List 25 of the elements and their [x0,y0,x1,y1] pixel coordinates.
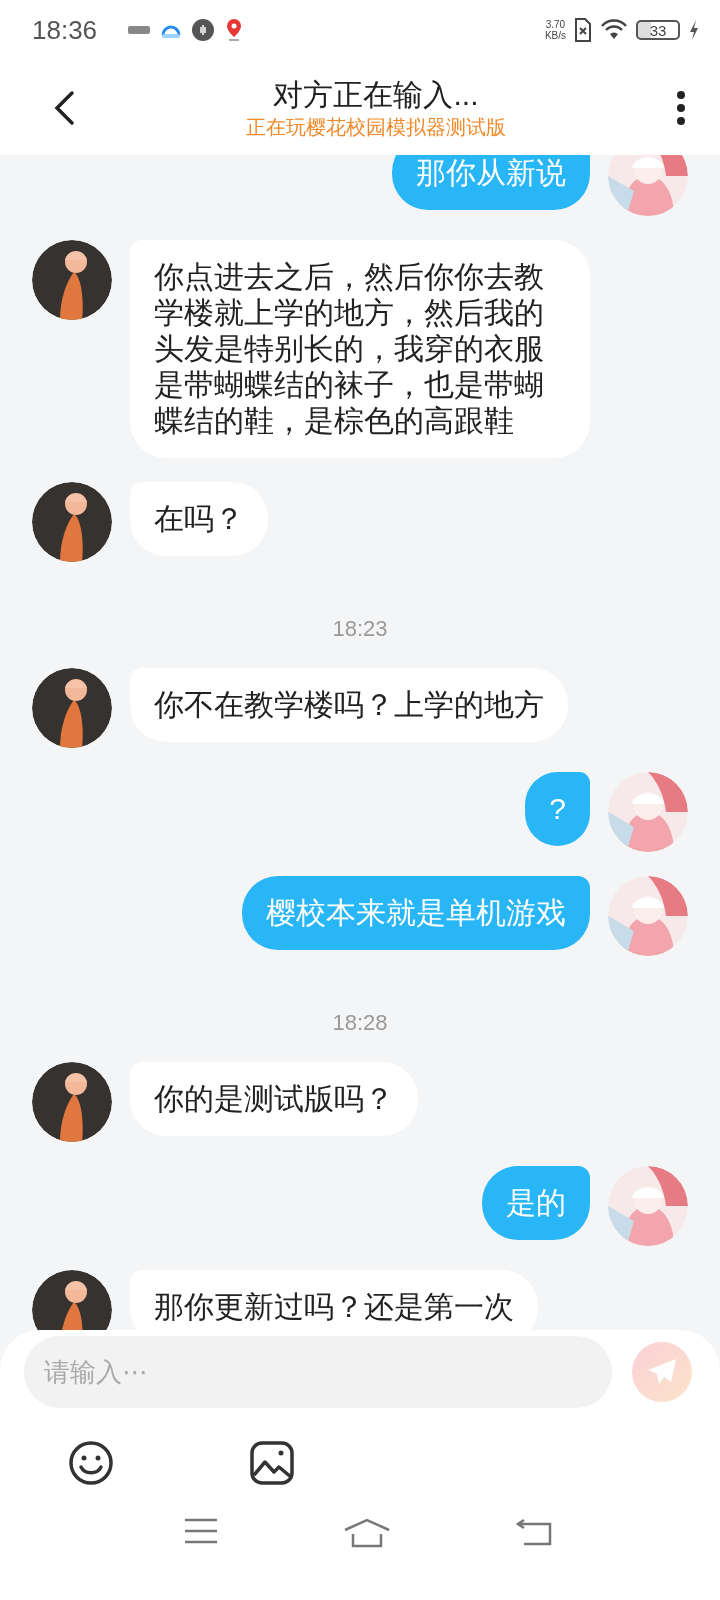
clock-time: 18:36 [32,14,98,46]
message-bubble: ? [525,772,590,846]
wifi-icon [600,19,628,41]
back-nav-button[interactable] [516,1518,552,1548]
message-bubble: 你不在教学楼吗？上学的地方 [130,668,568,742]
image-button[interactable] [250,1441,294,1485]
network-speed-unit: KB/s [544,30,566,41]
chat-title: 对方正在输入... [273,76,479,113]
message-bubble: 樱校本来就是单机游戏 [242,876,590,950]
battery-level: 33 [636,20,680,40]
message-bubble: 是的 [482,1166,590,1240]
no-sim-icon [574,18,592,42]
more-icon [676,89,686,126]
chat-subtitle: 正在玩樱花校园模拟器测试版 [246,114,506,140]
network-speed: 3.70 [545,19,566,30]
message-bubble: 在吗？ [130,482,268,556]
home-button[interactable] [343,1518,391,1548]
emoji-button[interactable] [68,1440,114,1486]
timestamp: 18:28 [332,1009,388,1037]
message-bubble: 你点进去之后，然后你你去教学楼就上学的地方，然后我的头发是特别长的，我穿的衣服是带蝴蝶结的袜子，也是带蝴蝶结的鞋，是棕色的高跟鞋 [130,240,590,458]
message-input[interactable]: 请输入⋯ [24,1336,612,1408]
message-bubble: 你的是测试版吗？ [130,1062,418,1136]
message-bubble: 那你从新说 [392,155,590,210]
charging-icon [688,19,700,41]
timestamp: 18:23 [332,615,388,643]
